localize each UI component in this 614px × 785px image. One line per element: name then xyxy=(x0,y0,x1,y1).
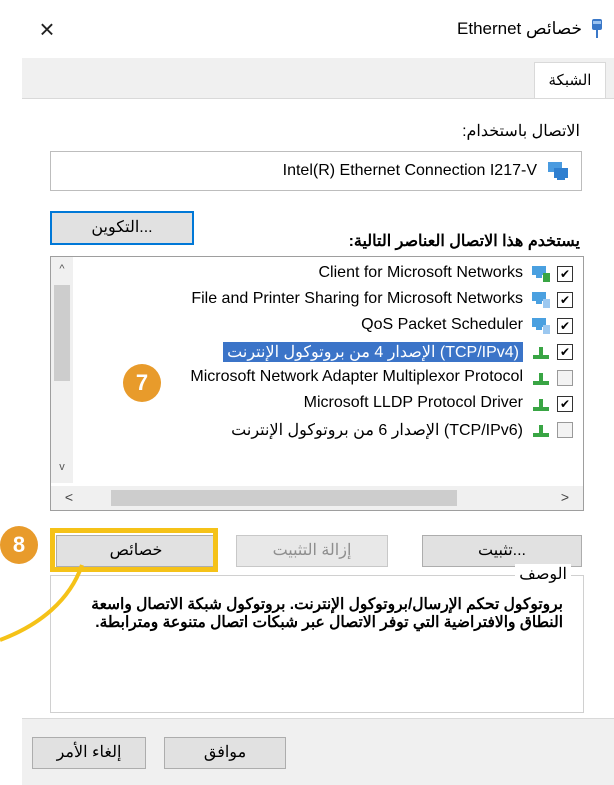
item-label: Microsoft LLDP Protocol Driver xyxy=(303,394,523,411)
cancel-button[interactable]: إلغاء الأمر xyxy=(32,737,146,769)
item-checkbox[interactable] xyxy=(557,370,573,386)
list-item[interactable]: ✔ QoS Packet Scheduler xyxy=(75,313,579,339)
description-legend: الوصف xyxy=(515,564,571,584)
items-label: يستخدم هذا الاتصال العناصر التالية: xyxy=(348,233,580,250)
item-checkbox[interactable]: ✔ xyxy=(557,318,573,334)
step-8-badge: 8 xyxy=(0,526,38,564)
uninstall-button: إزالة التثبيت xyxy=(236,535,388,567)
item-checkbox[interactable]: ✔ xyxy=(557,344,573,360)
window-title: خصائص Ethernet xyxy=(457,19,582,38)
protocol-icon xyxy=(533,399,549,411)
tab-networking[interactable]: الشبكة xyxy=(534,62,606,99)
connect-using-label: الاتصال باستخدام: xyxy=(462,123,580,140)
scroll-down-arrow-icon[interactable]: v xyxy=(51,461,73,479)
network-adapter-icon xyxy=(548,162,568,180)
item-label: File and Printer Sharing for Microsoft N… xyxy=(191,290,523,307)
item-label: Microsoft Network Adapter Multiplexor Pr… xyxy=(190,368,523,385)
network-client-icon xyxy=(532,266,550,282)
networking-panel: الاتصال باستخدام: Intel(R) Ethernet Conn… xyxy=(22,98,614,719)
item-label: QoS Packet Scheduler xyxy=(361,316,523,333)
ethernet-icon xyxy=(592,19,602,38)
window-title-group: خصائص Ethernet xyxy=(457,16,604,42)
dialog-footer: إلغاء الأمر موافق xyxy=(22,718,614,785)
protocol-icon xyxy=(533,347,549,359)
step-7-badge: 7 xyxy=(123,364,161,402)
close-icon[interactable]: × xyxy=(32,14,62,44)
install-button[interactable]: تثبيت... xyxy=(422,535,582,567)
configure-button[interactable]: التكوين... xyxy=(50,211,194,245)
protocol-icon xyxy=(533,425,549,437)
adapter-box: Intel(R) Ethernet Connection I217-V xyxy=(50,151,582,191)
item-label: (TCP/IPv6) الإصدار 6 من بروتوكول الإنترن… xyxy=(231,422,523,439)
list-item-selected[interactable]: ✔ (TCP/IPv4) الإصدار 4 من بروتوكول الإنت… xyxy=(75,339,579,365)
horizontal-scroll-thumb[interactable] xyxy=(111,490,457,506)
description-text: بروتوكول تحكم الإرسال/بروتوكول الإنترنت.… xyxy=(91,596,563,631)
protocol-icon xyxy=(533,373,549,385)
item-checkbox[interactable]: ✔ xyxy=(557,292,573,308)
item-checkbox[interactable]: ✔ xyxy=(557,266,573,282)
item-checkbox[interactable]: ✔ xyxy=(557,396,573,412)
item-label: Client for Microsoft Networks xyxy=(318,264,524,281)
scroll-left-arrow-icon[interactable]: < xyxy=(59,489,79,507)
adapter-name: Intel(R) Ethernet Connection I217-V xyxy=(282,162,537,179)
list-vertical-scrollbar[interactable]: ^ v xyxy=(51,257,73,483)
ok-button[interactable]: موافق xyxy=(164,737,286,769)
tab-strip: الشبكة xyxy=(22,58,614,99)
network-service-icon xyxy=(532,292,550,308)
scroll-up-arrow-icon[interactable]: ^ xyxy=(51,263,73,281)
vertical-scroll-thumb[interactable] xyxy=(54,285,70,381)
title-bar: × خصائص Ethernet xyxy=(22,0,614,58)
item-label: (TCP/IPv4) الإصدار 4 من بروتوكول الإنترن… xyxy=(223,342,523,362)
list-item[interactable]: (TCP/IPv6) الإصدار 6 من بروتوكول الإنترن… xyxy=(75,417,579,443)
scroll-right-arrow-icon[interactable]: > xyxy=(555,489,575,507)
list-horizontal-scrollbar[interactable]: < > xyxy=(51,486,583,510)
list-item[interactable]: ✔ Client for Microsoft Networks xyxy=(75,261,579,287)
list-item[interactable]: ✔ File and Printer Sharing for Microsoft… xyxy=(75,287,579,313)
item-checkbox[interactable] xyxy=(557,422,573,438)
description-group: الوصف بروتوكول تحكم الإرسال/بروتوكول الإ… xyxy=(50,564,584,713)
network-service-icon xyxy=(532,318,550,334)
ethernet-properties-dialog: × خصائص Ethernet الشبكة الاتصال باستخدام… xyxy=(22,0,614,785)
